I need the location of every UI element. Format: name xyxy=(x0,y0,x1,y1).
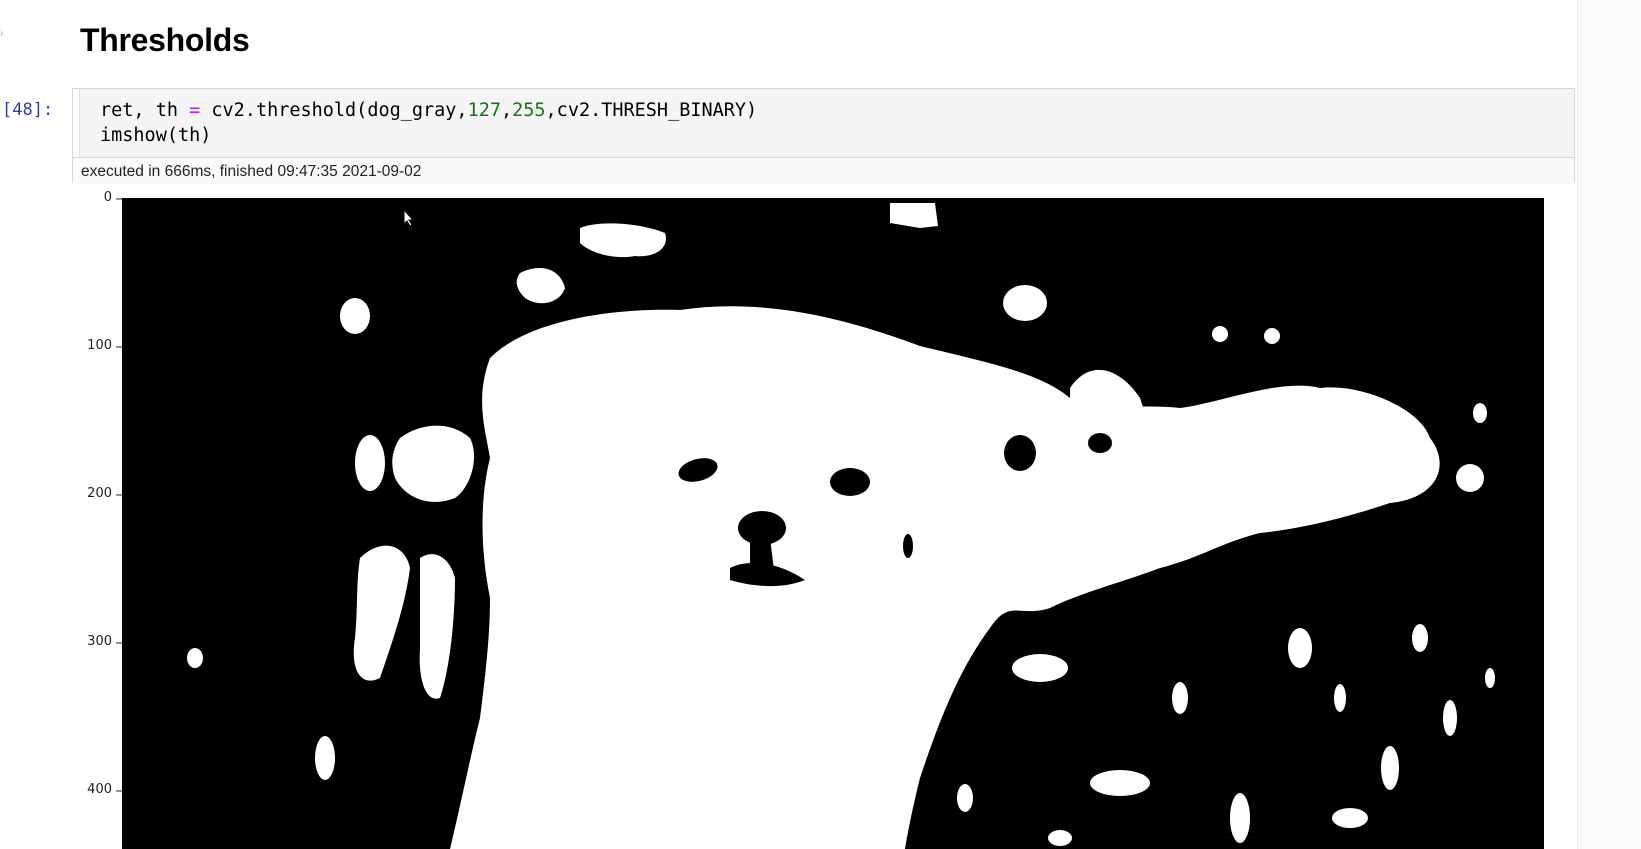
cell-prompt: [48]: xyxy=(2,100,54,120)
mouse-pointer-icon xyxy=(403,208,415,232)
code-line-2: imshow(th) xyxy=(100,125,212,146)
y-tick-label: 200 xyxy=(87,486,112,501)
code-line-1: ret, th = cv2.threshold(dog_gray,127,255… xyxy=(100,100,758,121)
code-cell[interactable]: ret, th = cv2.threshold(dog_gray,127,255… xyxy=(72,88,1575,184)
scrollbar-gutter[interactable] xyxy=(1577,0,1641,849)
y-tick-label: 300 xyxy=(87,634,112,649)
collapse-marker-icon[interactable]: › xyxy=(0,29,6,39)
threshold-image-canvas xyxy=(116,198,1544,849)
execution-info-bar: executed in 666ms, finished 09:47:35 202… xyxy=(73,157,1574,184)
image-output: 0 100 200 300 400 xyxy=(60,190,1560,849)
y-tick-label: 400 xyxy=(87,782,112,797)
y-tick-label: 0 xyxy=(103,190,112,205)
y-tick-label: 100 xyxy=(87,338,112,353)
y-axis-ticks xyxy=(116,198,122,792)
execution-info: executed in 666ms, finished 09:47:35 202… xyxy=(81,163,422,180)
code-editor[interactable]: ret, th = cv2.threshold(dog_gray,127,255… xyxy=(79,89,1574,157)
section-heading: Thresholds xyxy=(80,22,250,58)
